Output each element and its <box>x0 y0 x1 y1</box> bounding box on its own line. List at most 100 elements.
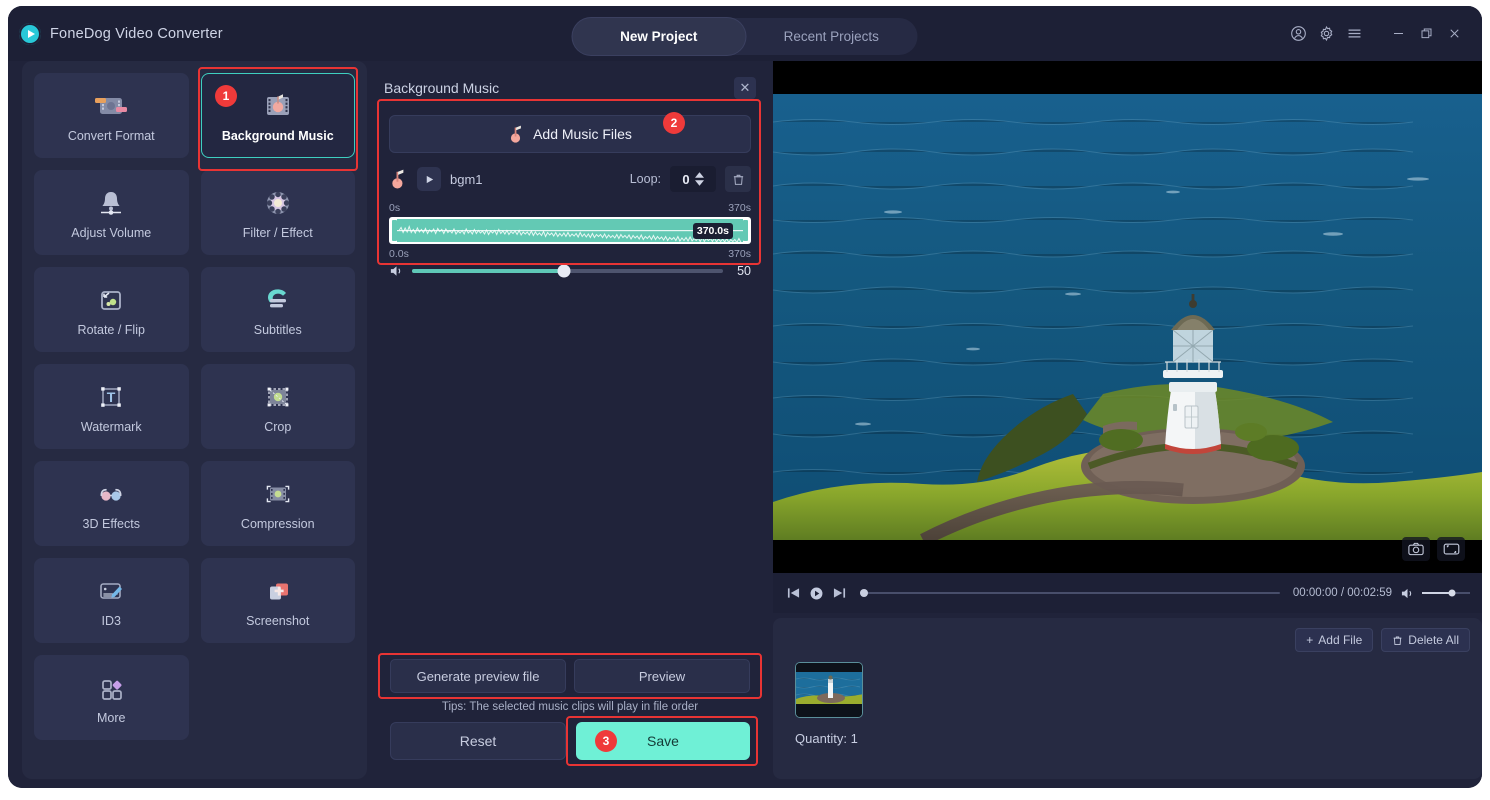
wave-start-label: 0s <box>389 202 401 214</box>
music-track-row: bgm1 Loop: 0 <box>389 165 751 193</box>
music-volume-row: 50 <box>389 264 751 278</box>
tool-label: Screenshot <box>246 613 310 628</box>
3d-effects-icon <box>91 477 131 511</box>
track-play-button[interactable] <box>417 167 441 191</box>
video-frame <box>773 94 1482 540</box>
tools-panel: Convert Format Background Music Adjust V… <box>22 61 367 779</box>
volume-knob[interactable] <box>557 264 571 278</box>
delete-track-button[interactable] <box>725 166 751 192</box>
tool-subtitles[interactable]: Subtitles <box>200 267 355 352</box>
add-file-label: Add File <box>1318 633 1363 647</box>
convert-format-icon <box>91 89 131 123</box>
preview-panel: 00:00:00 / 00:02:59 + Add File Delete Al… <box>773 61 1482 779</box>
loop-label: Loop: <box>629 172 661 186</box>
tool-label: Convert Format <box>67 128 155 143</box>
preview-button[interactable]: Preview <box>574 659 750 693</box>
seek-bar[interactable] <box>860 586 1280 600</box>
tab-new-project[interactable]: New Project <box>572 18 745 55</box>
music-volume-slider[interactable] <box>412 264 723 278</box>
file-thumbnail[interactable] <box>795 662 863 718</box>
thumbnail-image <box>796 663 862 717</box>
volume-fill <box>412 269 565 273</box>
waveform-time-labels: 0s 370s <box>389 202 751 214</box>
play-circle-icon <box>19 22 41 45</box>
tool-adjust-volume[interactable]: Adjust Volume <box>34 170 189 255</box>
player-volume-slider[interactable] <box>1422 586 1470 600</box>
video-still <box>773 94 1482 540</box>
add-file-button[interactable]: + Add File <box>1295 628 1374 652</box>
tool-more[interactable]: More <box>34 655 189 740</box>
tool-compression[interactable]: Compression <box>200 461 355 546</box>
trim-handle-right[interactable] <box>743 220 748 241</box>
waveform-track[interactable]: 370.0s <box>389 217 751 244</box>
tips-text: Tips: The selected music clips will play… <box>441 701 699 713</box>
panel-title: Background Music <box>384 80 500 96</box>
music-note-icon <box>392 169 404 188</box>
tool-screenshot[interactable]: Screenshot <box>200 558 355 643</box>
close-icon[interactable] <box>1440 20 1468 48</box>
tool-crop[interactable]: Crop <box>200 364 355 449</box>
player-volume-knob[interactable] <box>1448 589 1456 597</box>
preview-actions-row: Generate preview file Preview <box>390 659 750 693</box>
delete-all-button[interactable]: Delete All <box>1381 628 1470 652</box>
final-actions-row: Reset Save <box>390 722 750 760</box>
background-music-icon <box>258 89 298 123</box>
chevron-updown-icon[interactable] <box>694 172 704 186</box>
gear-icon[interactable] <box>1312 20 1340 48</box>
trim-time-labels: 0.0s 370s <box>389 248 751 260</box>
app-title: FoneDog Video Converter <box>50 25 223 42</box>
tool-label: Adjust Volume <box>71 225 152 240</box>
add-music-files-button[interactable]: Add Music Files <box>389 115 751 153</box>
menu-icon[interactable] <box>1340 20 1368 48</box>
restore-icon[interactable] <box>1412 20 1440 48</box>
window-controls <box>1284 6 1468 61</box>
minimize-icon[interactable] <box>1384 20 1412 48</box>
snapshot-icon[interactable] <box>1402 537 1430 561</box>
file-list-panel: + Add File Delete All Quantity: 1 <box>773 618 1482 779</box>
account-icon[interactable] <box>1284 20 1312 48</box>
speaker-icon[interactable] <box>1399 585 1415 601</box>
id3-icon <box>91 574 131 608</box>
plus-icon: + <box>1306 633 1314 647</box>
tool-label: 3D Effects <box>82 516 140 531</box>
aspect-ratio-icon[interactable] <box>1437 537 1465 561</box>
compression-icon <box>258 477 298 511</box>
add-music-files-label: Add Music Files <box>533 126 632 142</box>
tool-rotate-flip[interactable]: Rotate / Flip <box>34 267 189 352</box>
tool-3d-effects[interactable]: 3D Effects <box>34 461 189 546</box>
adjust-volume-icon <box>91 186 131 220</box>
close-icon[interactable]: ✕ <box>734 77 756 99</box>
play-icon[interactable] <box>808 585 824 601</box>
generate-preview-file-button[interactable]: Generate preview file <box>390 659 566 693</box>
play-icon <box>426 175 433 183</box>
wave-end-label: 370s <box>728 202 751 214</box>
tool-watermark[interactable]: T Watermark <box>34 364 189 449</box>
tool-convert-format[interactable]: Convert Format <box>34 73 189 158</box>
trash-icon <box>733 174 743 185</box>
seek-knob[interactable] <box>860 589 868 597</box>
tab-recent-projects[interactable]: Recent Projects <box>745 18 918 55</box>
delete-all-label: Delete All <box>1408 633 1459 647</box>
reset-button[interactable]: Reset <box>390 722 566 760</box>
skip-next-icon[interactable] <box>831 585 847 601</box>
crop-icon <box>258 380 298 414</box>
rotate-flip-icon <box>91 283 131 317</box>
tool-label: Filter / Effect <box>242 225 313 240</box>
selection-duration-badge: 370.0s <box>692 222 733 239</box>
skip-previous-icon[interactable] <box>785 585 801 601</box>
player-controls: 00:00:00 / 00:02:59 <box>773 573 1482 613</box>
video-stage <box>773 61 1482 573</box>
more-icon <box>91 671 131 705</box>
tool-label: Watermark <box>80 419 142 434</box>
file-thumbnail-wrap <box>795 662 863 718</box>
svg-text:T: T <box>107 389 116 405</box>
filter-effect-icon <box>258 186 298 220</box>
file-list-toolbar: + Add File Delete All <box>1295 628 1470 652</box>
title-bar: FoneDog Video Converter New Project Rece… <box>8 6 1482 61</box>
loop-stepper[interactable]: 0 <box>670 166 716 192</box>
tools-grid: Convert Format Background Music Adjust V… <box>34 73 355 740</box>
tool-id3[interactable]: ID3 <box>34 558 189 643</box>
tool-filter-effect[interactable]: Filter / Effect <box>200 170 355 255</box>
app-brand: FoneDog Video Converter <box>8 22 223 45</box>
tool-label: Subtitles <box>253 322 302 337</box>
